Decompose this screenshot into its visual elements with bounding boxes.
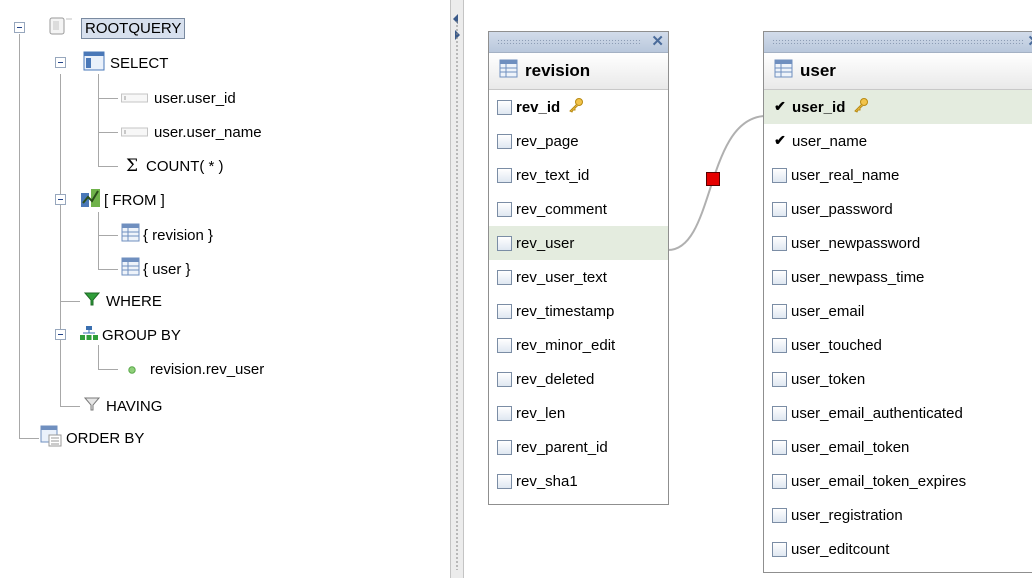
column-checkbox[interactable]	[497, 201, 512, 217]
column-name: user_id	[792, 98, 846, 116]
column-checkbox[interactable]	[772, 337, 787, 353]
column-name: rev_text_id	[516, 166, 590, 184]
column-checkbox[interactable]	[497, 371, 512, 387]
column-checkbox[interactable]	[772, 371, 787, 387]
column-checkbox[interactable]	[772, 269, 787, 285]
column-checkbox[interactable]	[497, 303, 512, 319]
key-icon	[853, 97, 869, 117]
column-checkbox[interactable]	[497, 133, 512, 149]
table-user[interactable]: ✕ user ✔user_id ✔user_name user_real_nam…	[763, 31, 1032, 573]
column-row[interactable]: rev_deleted	[489, 362, 668, 396]
column-checkbox[interactable]	[772, 473, 787, 489]
checkmark-icon[interactable]: ✔	[772, 133, 788, 149]
column-name: user_email_authenticated	[791, 404, 963, 422]
column-row[interactable]: user_newpass_time	[764, 260, 1032, 294]
column-row[interactable]: user_newpassword	[764, 226, 1032, 260]
column-row[interactable]: rev_len	[489, 396, 668, 430]
column-name: rev_user	[516, 234, 575, 252]
column-name: rev_user_text	[516, 268, 607, 286]
column-name: user_newpass_time	[791, 268, 925, 286]
column-name: user_password	[791, 200, 893, 218]
column-checkbox[interactable]	[497, 235, 512, 251]
column-row[interactable]: rev_id	[489, 90, 668, 124]
column-row[interactable]: ✔ user_id	[764, 90, 1032, 124]
column-name: rev_len	[516, 404, 566, 422]
column-checkbox[interactable]	[772, 507, 787, 523]
column-checkbox[interactable]	[772, 541, 787, 557]
column-row[interactable]: user_real_name	[764, 158, 1032, 192]
column-name: user_touched	[791, 336, 882, 354]
close-icon[interactable]: ✕	[651, 32, 664, 52]
column-row[interactable]: rev_sha1	[489, 464, 668, 498]
column-checkbox[interactable]	[497, 269, 512, 285]
column-row[interactable]: user_token	[764, 362, 1032, 396]
column-checkbox[interactable]	[497, 337, 512, 353]
column-checkbox[interactable]	[497, 99, 512, 115]
column-name: user_email	[791, 302, 865, 320]
column-row[interactable]: ✔ user_name	[764, 124, 1032, 158]
column-checkbox[interactable]	[497, 167, 512, 183]
table-icon	[499, 59, 519, 84]
key-icon	[568, 97, 584, 117]
column-name: rev_sha1	[516, 472, 578, 490]
table-drag-handle[interactable]: ✕	[764, 32, 1032, 53]
column-row[interactable]: user_touched	[764, 328, 1032, 362]
column-name: rev_page	[516, 132, 579, 150]
column-checkbox[interactable]	[772, 235, 787, 251]
column-name: rev_timestamp	[516, 302, 615, 320]
column-checkbox[interactable]	[772, 405, 787, 421]
table-title: revision	[489, 53, 668, 90]
table-drag-handle[interactable]: ✕	[489, 32, 668, 53]
column-name: rev_parent_id	[516, 438, 608, 456]
column-row[interactable]: user_password	[764, 192, 1032, 226]
column-name: user_email_token_expires	[791, 472, 967, 490]
table-name: user	[800, 61, 836, 80]
column-name: user_registration	[791, 506, 903, 524]
column-row[interactable]: rev_comment	[489, 192, 668, 226]
column-row[interactable]: user_email	[764, 294, 1032, 328]
table-name: revision	[525, 61, 591, 80]
column-name: user_email_token	[791, 438, 910, 456]
column-name: user_editcount	[791, 540, 890, 558]
column-name: user_newpassword	[791, 234, 921, 252]
table-title: user	[764, 53, 1032, 90]
column-name: rev_deleted	[516, 370, 595, 388]
column-row[interactable]: user_email_token	[764, 430, 1032, 464]
column-checkbox[interactable]	[772, 201, 787, 217]
column-row[interactable]: rev_page	[489, 124, 668, 158]
column-row[interactable]: rev_text_id	[489, 158, 668, 192]
column-name: user_real_name	[791, 166, 900, 184]
column-name: rev_id	[516, 98, 561, 116]
column-checkbox[interactable]	[772, 167, 787, 183]
grip-dots	[772, 39, 1024, 44]
column-row[interactable]: rev_parent_id	[489, 430, 668, 464]
column-checkbox[interactable]	[497, 439, 512, 455]
relation-marker[interactable]	[706, 172, 720, 186]
column-name: user_name	[792, 132, 868, 150]
table-icon	[774, 59, 794, 84]
grip-dots	[497, 39, 642, 44]
column-checkbox[interactable]	[497, 473, 512, 489]
column-row[interactable]: rev_timestamp	[489, 294, 668, 328]
column-row[interactable]: user_editcount	[764, 532, 1032, 566]
checkmark-icon[interactable]: ✔	[772, 99, 788, 115]
column-row[interactable]: user_email_token_expires	[764, 464, 1032, 498]
column-row[interactable]: user_registration	[764, 498, 1032, 532]
column-checkbox[interactable]	[497, 405, 512, 421]
column-name: rev_minor_edit	[516, 336, 616, 354]
column-row[interactable]: rev_user	[489, 226, 668, 260]
column-checkbox[interactable]	[772, 303, 787, 319]
column-row[interactable]: rev_user_text	[489, 260, 668, 294]
column-name: rev_comment	[516, 200, 607, 218]
column-row[interactable]: rev_minor_edit	[489, 328, 668, 362]
column-checkbox[interactable]	[772, 439, 787, 455]
column-name: user_token	[791, 370, 866, 388]
column-row[interactable]: user_email_authenticated	[764, 396, 1032, 430]
table-revision[interactable]: ✕ revision rev_id rev_page rev_text_id r…	[488, 31, 669, 505]
close-icon[interactable]: ✕	[1027, 32, 1032, 52]
